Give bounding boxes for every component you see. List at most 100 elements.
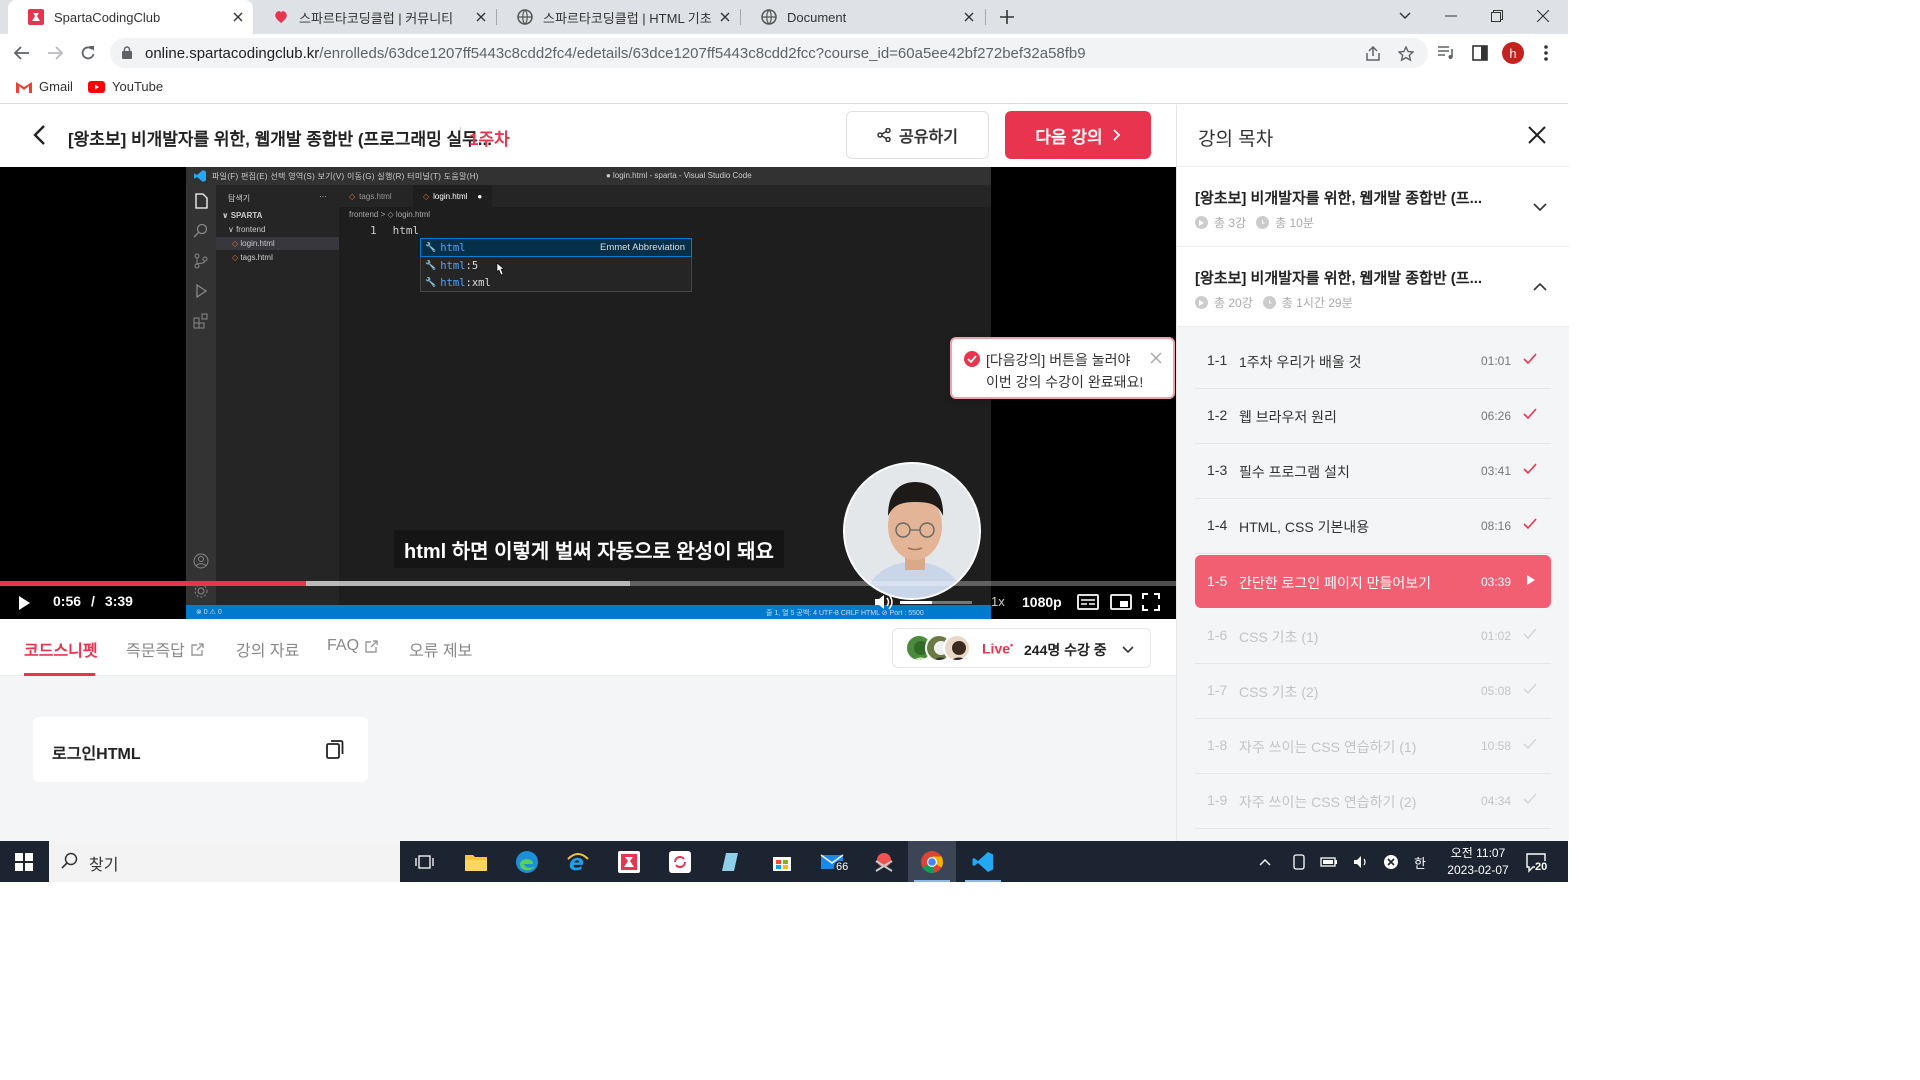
playback-speed[interactable]: 1x xyxy=(991,594,1005,609)
tab-search-chevron-icon[interactable] xyxy=(1382,0,1428,32)
profile-avatar[interactable]: h xyxy=(1502,42,1524,64)
media-control-icon[interactable] xyxy=(1437,43,1457,63)
check-icon xyxy=(1523,683,1537,695)
new-tab-button[interactable] xyxy=(996,6,1018,28)
volume-slider[interactable] xyxy=(900,601,972,604)
sync-app-icon[interactable] xyxy=(656,841,704,882)
task-view-icon[interactable] xyxy=(401,841,449,882)
back-icon[interactable] xyxy=(10,41,34,65)
toc-chapter[interactable]: [왕초보] 비개발자를 위한, 웹개발 종합반 (프... 총 3강 총 10분 xyxy=(1177,167,1569,247)
browser-tab-html-basics[interactable]: 스파르타코딩클럽 | HTML 기초 xyxy=(497,0,740,34)
tab-title: Document xyxy=(787,9,847,25)
close-icon[interactable] xyxy=(1526,124,1548,146)
lesson-item[interactable]: 1-2 웹 브라우저 원리 06:26 xyxy=(1195,389,1551,444)
speaker-icon[interactable] xyxy=(1352,853,1370,871)
browser-menu-icon[interactable] xyxy=(1536,43,1556,63)
explorer-icon xyxy=(195,193,208,209)
chevron-right-icon xyxy=(1113,129,1121,141)
internet-explorer-icon[interactable]: e xyxy=(554,841,602,882)
tab-report-error[interactable]: 오류 제보 xyxy=(409,637,472,661)
device-icon[interactable] xyxy=(1290,853,1308,871)
toc-chapter[interactable]: [왕초보] 비개발자를 위한, 웹개발 종합반 (프... 총 20강 총 1시… xyxy=(1177,247,1569,327)
video-player[interactable]: 파일(F) 편집(E) 선택 영역(S) 보기(V) 이동(G) 실행(R) 터… xyxy=(0,167,1176,619)
lock-icon[interactable] xyxy=(122,46,132,59)
lesson-item-active[interactable]: 1-5 간단한 로그인 페이지 만들어보기 03:39 xyxy=(1195,555,1551,608)
tab-materials[interactable]: 강의 자료 xyxy=(236,637,299,661)
microsoft-store-icon[interactable] xyxy=(758,841,806,882)
ime-indicator[interactable]: 한 xyxy=(1411,853,1429,871)
tab-faq[interactable]: FAQ xyxy=(327,637,378,655)
lesson-item[interactable]: 1-7 CSS 기초 (2) 05:08 xyxy=(1195,664,1551,719)
close-tab-icon[interactable] xyxy=(716,8,734,26)
lesson-duration: 03:41 xyxy=(1481,464,1512,478)
lesson-item[interactable]: 1-6 CSS 기초 (1) 01:02 xyxy=(1195,609,1551,664)
volume-icon[interactable] xyxy=(874,593,894,611)
browser-tab-community[interactable]: 스파르타코딩클럽 | 커뮤니티 xyxy=(253,0,496,34)
network-disconnected-icon[interactable] xyxy=(1382,853,1400,871)
file-explorer-icon[interactable] xyxy=(452,841,500,882)
subtitles-icon[interactable] xyxy=(1077,593,1099,611)
live-label: Live• xyxy=(982,640,1014,657)
globe-icon xyxy=(517,9,533,25)
lesson-item[interactable]: 1-4 HTML, CSS 기본내용 08:16 xyxy=(1195,499,1551,554)
share-button[interactable]: 공유하기 xyxy=(846,111,989,159)
instructor-avatar-icon xyxy=(845,464,979,598)
picture-in-picture-icon[interactable] xyxy=(1110,593,1132,611)
back-arrow-icon[interactable] xyxy=(28,123,52,147)
close-window-button[interactable] xyxy=(1520,0,1566,32)
lesson-number: 1-8 xyxy=(1207,737,1228,753)
quality-selector[interactable]: 1080p xyxy=(1022,594,1062,610)
bookmark-youtube[interactable]: YouTube xyxy=(88,79,163,94)
next-lecture-button[interactable]: 다음 강의 xyxy=(1005,111,1151,159)
windows-start-icon[interactable] xyxy=(15,853,33,871)
vscode-icon[interactable] xyxy=(959,841,1007,882)
notes-app-icon[interactable] xyxy=(707,841,755,882)
browser-tab-spartacodingclub[interactable]: SpartaCodingClub xyxy=(8,0,253,34)
lesson-title: 간단한 로그인 페이지 만들어보기 xyxy=(1239,575,1431,591)
mail-icon[interactable]: 66 xyxy=(809,841,857,882)
close-tab-icon[interactable] xyxy=(472,8,490,26)
edge-browser-icon[interactable] xyxy=(503,841,551,882)
divider xyxy=(460,127,461,143)
taskbar-search[interactable]: 찾기 xyxy=(49,841,400,882)
tab-code-snippet[interactable]: 코드스니펫 xyxy=(24,637,98,661)
live-viewers-dropdown[interactable]: Live• 244명 수강 중 xyxy=(892,628,1151,668)
play-icon xyxy=(1527,575,1535,585)
chrome-icon[interactable] xyxy=(908,841,956,882)
play-icon[interactable] xyxy=(16,594,32,612)
search-icon xyxy=(193,223,208,238)
windows-taskbar: 찾기 e 66 한 오전 11:07 2023-02-07 20 xyxy=(0,841,1568,882)
tray-chevron-up-icon[interactable] xyxy=(1256,853,1274,871)
address-bar[interactable]: online.spartacodingclub.kr/enrolleds/63d… xyxy=(110,38,1428,68)
copy-icon[interactable] xyxy=(324,738,346,760)
battery-icon[interactable] xyxy=(1320,853,1338,871)
bookmark-star-icon[interactable] xyxy=(1397,45,1415,63)
maximize-button[interactable] xyxy=(1474,0,1520,32)
system-clock[interactable]: 오전 11:07 2023-02-07 xyxy=(1440,845,1516,879)
sparta-app-icon[interactable] xyxy=(605,841,653,882)
bookmark-gmail[interactable]: Gmail xyxy=(16,79,73,94)
lesson-item[interactable]: 1-8 자주 쓰이는 CSS 연습하기 (1) 10:58 xyxy=(1195,719,1551,774)
notification-center-icon[interactable]: 20 xyxy=(1526,852,1550,874)
lesson-item[interactable]: 1-9 자주 쓰이는 CSS 연습하기 (2) 04:34 xyxy=(1195,774,1551,829)
close-tab-icon[interactable] xyxy=(960,8,978,26)
forward-icon[interactable] xyxy=(43,41,67,65)
fullscreen-icon[interactable] xyxy=(1142,593,1164,611)
bookmarks-bar: Gmail YouTube xyxy=(0,72,1568,104)
tab-qna[interactable]: 즉문즉답 xyxy=(126,637,204,661)
minimize-button[interactable] xyxy=(1428,0,1474,32)
snippet-card[interactable]: 로그인HTML xyxy=(33,717,368,782)
reload-icon[interactable] xyxy=(76,41,100,65)
close-tab-icon[interactable] xyxy=(229,8,247,26)
share-page-icon[interactable] xyxy=(1364,45,1382,63)
vscode-activity-bar xyxy=(186,185,216,607)
lesson-item[interactable]: 1-1 1주차 우리가 배울 것 01:01 xyxy=(1195,334,1551,389)
snipping-tool-icon[interactable] xyxy=(860,841,908,882)
lesson-title: CSS 기초 (1) xyxy=(1239,629,1319,645)
check-circle-icon xyxy=(964,351,980,367)
lecture-header: [왕초보] 비개발자를 위한, 웹개발 종합반 (프로그래밍 실무... 1주차… xyxy=(0,105,1176,167)
browser-tab-document[interactable]: Document xyxy=(741,0,984,34)
side-panel-icon[interactable] xyxy=(1470,43,1490,63)
toast-close-icon[interactable] xyxy=(1149,351,1163,365)
lesson-item[interactable]: 1-3 필수 프로그램 설치 03:41 xyxy=(1195,444,1551,499)
